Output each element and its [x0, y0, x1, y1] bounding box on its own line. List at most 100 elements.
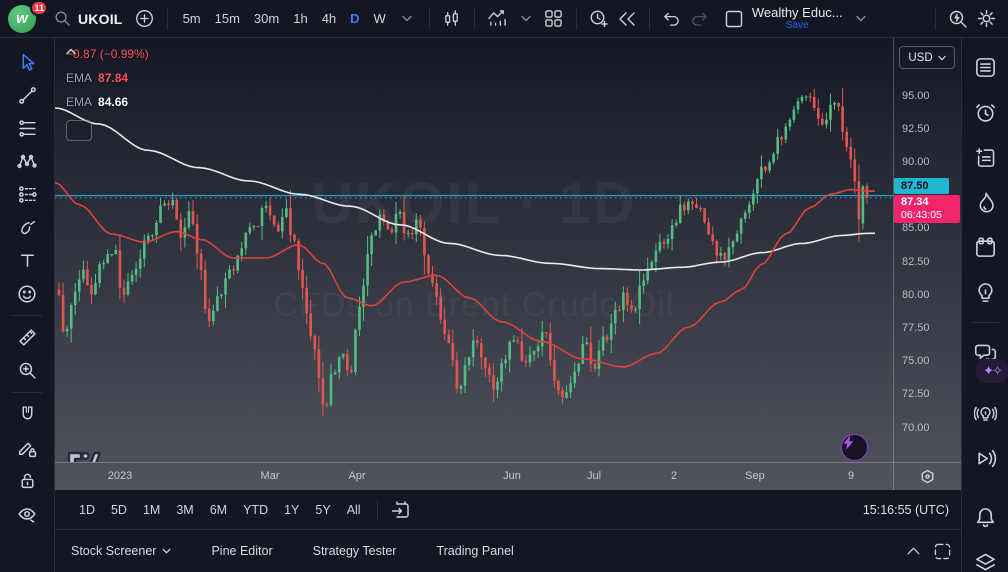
tab-trading-panel[interactable]: Trading Panel	[436, 544, 513, 558]
xabcd-pattern-tool[interactable]	[10, 145, 44, 178]
calendar-button[interactable]	[968, 230, 1002, 264]
save-button[interactable]: Save	[786, 21, 809, 31]
object-tree-button[interactable]	[968, 545, 1002, 572]
trading-platform: w 11 UKOIL 5m 15m 30m 1h 4h D W	[0, 0, 1008, 572]
currency-dropdown[interactable]: USD	[899, 46, 955, 69]
time-tick-label: Mar	[261, 470, 280, 482]
boost-button[interactable]	[841, 434, 868, 461]
redo-button[interactable]	[686, 5, 714, 33]
timezone-settings-button[interactable]	[893, 463, 961, 490]
layout-menu-chevron[interactable]	[847, 5, 875, 33]
range-3m[interactable]: 3M	[168, 499, 201, 521]
magnet-tool[interactable]	[10, 398, 44, 431]
ideas-button[interactable]	[968, 275, 1002, 309]
settings-button[interactable]	[972, 5, 1000, 33]
range-5d[interactable]: 5D	[103, 499, 135, 521]
notifications-button[interactable]	[968, 500, 1002, 534]
alert-price-label: 87.50	[894, 178, 949, 194]
range-1y[interactable]: 1Y	[276, 499, 307, 521]
create-alert-button[interactable]	[585, 5, 613, 33]
quick-search-button[interactable]	[944, 5, 972, 33]
indicators-menu-chevron[interactable]	[512, 5, 540, 33]
price-axis[interactable]: USD 87.50 87.34 06:43:05 95.0092.5090.00…	[893, 38, 961, 462]
layout-name-button[interactable]: Wealthy Educ... Save	[748, 4, 847, 33]
panel-maximize-button[interactable]	[934, 543, 951, 560]
timeframe-1h[interactable]: 1h	[286, 5, 314, 33]
time-axis[interactable]: 2023MarAprJunJul2Sep9	[55, 462, 961, 490]
range-all[interactable]: All	[339, 499, 369, 521]
candlestick-canvas[interactable]: UKOIL · 1DCFDs on Brent Crude Oil	[55, 38, 893, 462]
layers-icon	[974, 551, 997, 572]
zoom-in-tool[interactable]	[10, 354, 44, 387]
timeframe-5m[interactable]: 5m	[176, 5, 208, 33]
timeframe-15m[interactable]: 15m	[208, 5, 247, 33]
panel-expand-button[interactable]	[907, 547, 920, 555]
ema-slow-label[interactable]: EMA	[66, 96, 92, 108]
chat-button[interactable]: ✦✧	[968, 336, 1002, 370]
symbol-label: UKOIL	[78, 11, 123, 27]
ruler-tool[interactable]	[10, 321, 44, 354]
user-menu-button[interactable]: w 11	[6, 3, 46, 35]
text-tool[interactable]	[10, 244, 44, 277]
lock-all-drawings-tool[interactable]	[10, 464, 44, 497]
indicators-button[interactable]	[483, 5, 512, 33]
range-1m[interactable]: 1M	[135, 499, 168, 521]
bar-replay-button[interactable]	[613, 5, 641, 33]
forecast-icon	[18, 185, 37, 204]
symbol-search-button[interactable]: UKOIL	[46, 5, 131, 33]
drawing-toolbar	[0, 38, 55, 572]
flame-icon	[974, 191, 997, 214]
timeframe-menu-chevron[interactable]	[393, 5, 421, 33]
chart-style-button[interactable]	[438, 5, 466, 33]
date-ranges-bar: 1D 5D 1M 3M 6M YTD 1Y 5Y All 15:16:55 (U…	[55, 490, 961, 530]
ema-fast-label[interactable]: EMA	[66, 72, 92, 84]
clock-utc[interactable]: 15:16:55 (UTC)	[863, 503, 949, 517]
timeframe-1w[interactable]: W	[367, 5, 393, 33]
lightning-icon	[842, 435, 855, 450]
range-ytd[interactable]: YTD	[235, 499, 276, 521]
goto-date-button[interactable]	[386, 496, 416, 524]
chevron-down-icon	[402, 15, 412, 22]
ai-sparkles-badge[interactable]: ✦✧	[976, 359, 1008, 383]
range-6m[interactable]: 6M	[202, 499, 235, 521]
ema-fast-value: 87.84	[98, 72, 128, 84]
undo-button[interactable]	[658, 5, 686, 33]
lightbulb-icon	[974, 281, 997, 304]
drawing-mode-lock-tool[interactable]	[10, 431, 44, 464]
multichart-layout-button[interactable]	[540, 5, 568, 33]
emoji-tool[interactable]	[10, 277, 44, 310]
bell-icon	[974, 506, 997, 529]
tab-strategy-tester[interactable]: Strategy Tester	[313, 544, 397, 558]
timeframe-1d[interactable]: D	[343, 5, 366, 33]
chevron-down-icon	[856, 15, 866, 22]
alerts-button[interactable]	[968, 95, 1002, 129]
last-price-label: 87.34 06:43:05	[894, 195, 960, 223]
range-1d[interactable]: 1D	[71, 499, 103, 521]
tab-pine-editor[interactable]: Pine Editor	[211, 544, 272, 558]
legend-collapse-button[interactable]	[66, 120, 92, 141]
timeframe-30m[interactable]: 30m	[247, 5, 286, 33]
price-tick-label: 75.00	[902, 355, 930, 367]
forecast-position-tool[interactable]	[10, 178, 44, 211]
magnet-icon	[18, 405, 37, 424]
tab-stock-screener[interactable]: Stock Screener	[71, 544, 171, 558]
layout-box-icon	[725, 10, 743, 28]
range-5y[interactable]: 5Y	[307, 499, 338, 521]
layout-select-button[interactable]	[720, 5, 748, 33]
notes-button[interactable]	[968, 140, 1002, 174]
price-tick-label: 70.00	[902, 422, 930, 434]
hotlists-button[interactable]	[968, 185, 1002, 219]
streams-button[interactable]	[968, 441, 1002, 475]
add-symbol-button[interactable]	[131, 5, 159, 33]
chart-gradient-zone: −0.87 (−0.99%) EMA 87.84 EMA 84.66	[55, 38, 961, 490]
hide-drawings-tool[interactable]	[10, 497, 44, 530]
trend-line-tool[interactable]	[10, 79, 44, 112]
brush-tool[interactable]	[10, 211, 44, 244]
pattern-icon	[17, 152, 37, 171]
live-ideas-button[interactable]	[968, 396, 1002, 430]
timeframe-4h[interactable]: 4h	[315, 5, 343, 33]
price-chart[interactable]: −0.87 (−0.99%) EMA 87.84 EMA 84.66	[55, 38, 893, 462]
fib-retracement-tool[interactable]	[10, 112, 44, 145]
cursor-tool[interactable]	[10, 46, 44, 79]
watchlist-button[interactable]	[968, 50, 1002, 84]
